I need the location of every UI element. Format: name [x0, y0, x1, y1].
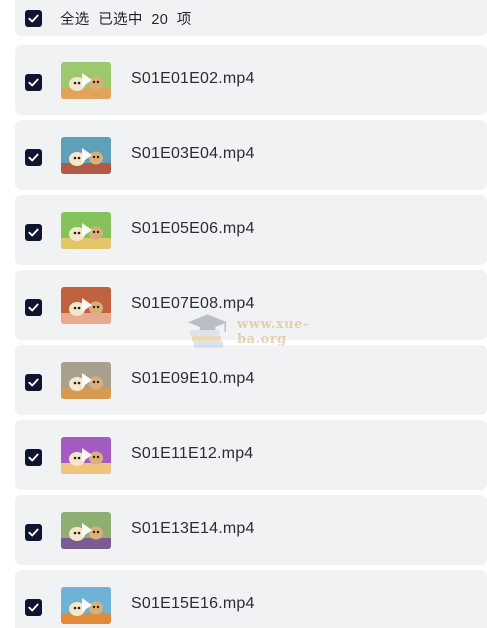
file-checkbox[interactable] — [25, 449, 42, 466]
checkmark-icon — [28, 78, 39, 87]
checkmark-icon — [28, 153, 39, 162]
video-thumbnail[interactable] — [61, 137, 111, 174]
file-name: S01E01E02.mp4 — [131, 70, 255, 87]
file-list-item[interactable]: S01E15E16.mp4 — [15, 570, 487, 628]
selected-count: 20 — [151, 11, 169, 28]
select-all-bar[interactable]: 全选 已选中 20 项 — [15, 0, 487, 36]
video-thumbnail[interactable] — [61, 437, 111, 474]
file-checkbox[interactable] — [25, 599, 42, 616]
count-unit: 项 — [176, 11, 192, 28]
file-name: S01E07E08.mp4 — [131, 295, 255, 312]
video-thumbnail[interactable] — [61, 62, 111, 99]
file-list-page: 全选 已选中 20 项 S01E01E02.mp4 S01E03E04.mp4 S0… — [0, 0, 487, 628]
file-checkbox[interactable] — [25, 524, 42, 541]
video-thumbnail[interactable] — [61, 587, 111, 624]
file-name: S01E03E04.mp4 — [131, 145, 255, 162]
file-checkbox[interactable] — [25, 224, 42, 241]
selected-label: 已选中 — [98, 11, 143, 28]
video-thumbnail[interactable] — [61, 512, 111, 549]
checkmark-icon — [28, 453, 39, 462]
checkmark-icon — [28, 603, 39, 612]
checkmark-icon — [28, 14, 39, 22]
file-list-item[interactable]: S01E11E12.mp4 — [15, 420, 487, 490]
checkmark-icon — [28, 228, 39, 237]
checkmark-icon — [28, 303, 39, 312]
file-checkbox[interactable] — [25, 374, 42, 391]
file-list-item[interactable]: S01E09E10.mp4 — [15, 345, 487, 415]
file-list-item[interactable]: S01E05E06.mp4 — [15, 195, 487, 265]
checkmark-icon — [28, 378, 39, 387]
video-thumbnail[interactable] — [61, 362, 111, 399]
video-thumbnail[interactable] — [61, 212, 111, 249]
file-list-item[interactable]: S01E03E04.mp4 — [15, 120, 487, 190]
file-list-item[interactable]: S01E13E14.mp4 — [15, 495, 487, 565]
file-name: S01E15E16.mp4 — [131, 595, 255, 612]
file-checkbox[interactable] — [25, 299, 42, 316]
selection-summary: 全选 已选中 20 项 — [60, 8, 192, 29]
file-name: S01E09E10.mp4 — [131, 370, 255, 387]
file-name: S01E13E14.mp4 — [131, 520, 255, 537]
file-list-item[interactable]: S01E01E02.mp4 — [15, 45, 487, 115]
file-checkbox[interactable] — [25, 74, 42, 91]
file-name: S01E05E06.mp4 — [131, 220, 255, 237]
video-thumbnail[interactable] — [61, 287, 111, 324]
file-list-item[interactable]: S01E07E08.mp4 — [15, 270, 487, 340]
file-checkbox[interactable] — [25, 149, 42, 166]
select-all-checkbox[interactable] — [25, 9, 42, 27]
select-all-label: 全选 — [60, 11, 90, 28]
checkmark-icon — [28, 528, 39, 537]
file-name: S01E11E12.mp4 — [131, 445, 254, 462]
